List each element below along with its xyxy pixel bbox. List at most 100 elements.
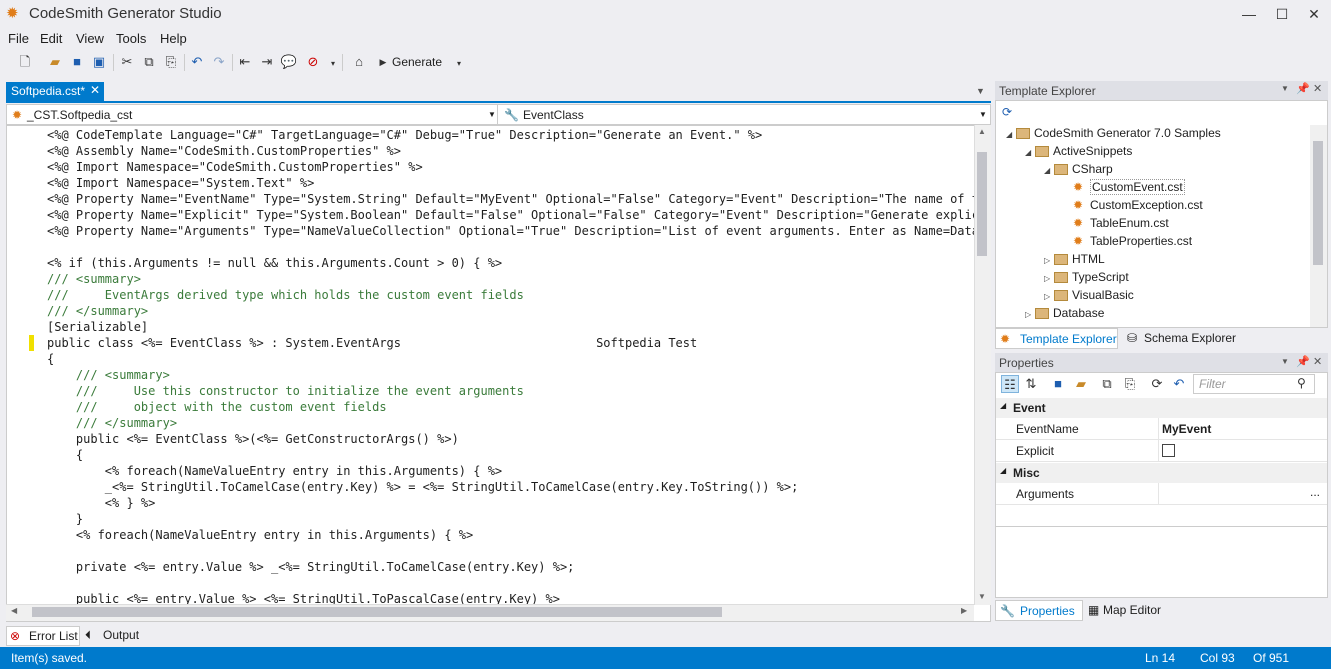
template-tree-scroll-thumb[interactable] (1313, 141, 1323, 265)
class-dropdown-icon[interactable]: ▼ (488, 110, 496, 119)
property-category-misc[interactable]: ◢ Misc (996, 463, 1327, 483)
property-row-explicit[interactable]: Explicit (996, 440, 1327, 462)
copy-properties-icon[interactable]: ⧉ (1098, 375, 1116, 393)
code-line[interactable] (47, 575, 990, 591)
uncomment-icon[interactable]: ⊘ (304, 53, 322, 71)
scroll-up-icon[interactable]: ▲ (978, 127, 986, 136)
template-explorer-tab[interactable]: ✹ Template Explorer (995, 328, 1118, 349)
tree-item[interactable]: ◢ ActiveSnippets (1006, 142, 1221, 160)
tree-item[interactable]: ✹ TableProperties.cst (1006, 232, 1221, 250)
tree-item[interactable]: ◢ CSharp (1006, 160, 1221, 178)
generate-button[interactable]: Generate (392, 55, 442, 69)
copy-icon[interactable]: ⧉ (140, 53, 158, 71)
document-list-dropdown-icon[interactable]: ▼ (976, 86, 985, 96)
collapse-icon[interactable]: ◢ (1044, 162, 1054, 180)
property-row-eventname[interactable]: EventName MyEvent (996, 418, 1327, 440)
maximize-button[interactable]: ☐ (1270, 4, 1294, 24)
map-editor-tab[interactable]: ▦ Map Editor (1085, 600, 1175, 621)
menu-help[interactable]: Help (160, 31, 187, 46)
redo-icon[interactable]: ↷ (210, 53, 228, 71)
code-line[interactable] (47, 239, 990, 255)
collapse-icon[interactable]: ◢ (1006, 126, 1016, 144)
indent-icon[interactable]: ⇥ (258, 53, 276, 71)
code-line[interactable]: <% } %> (47, 495, 990, 511)
scroll-left-icon[interactable]: ◀ (11, 606, 17, 615)
refresh-properties-icon[interactable]: ⟳ (1148, 375, 1166, 393)
property-row-arguments[interactable]: Arguments ... (996, 483, 1327, 505)
menu-edit[interactable]: Edit (40, 31, 62, 46)
toolbar-overflow-icon[interactable]: ▾ (450, 55, 468, 73)
open-folder-icon[interactable]: ▰ (46, 53, 64, 71)
toolbar-overflow-icon[interactable]: ▾ (324, 55, 342, 73)
schema-explorer-tab[interactable]: ⛁ Schema Explorer (1123, 328, 1241, 349)
properties-tab[interactable]: 🔧 Properties (995, 600, 1083, 621)
menu-tools[interactable]: Tools (116, 31, 146, 46)
code-line[interactable]: <% foreach(NameValueEntry entry in this.… (47, 463, 990, 479)
code-line[interactable]: public <%= EventClass %>(<%= GetConstruc… (47, 431, 990, 447)
new-file-icon[interactable]: 🗋 (16, 53, 34, 71)
code-line[interactable]: <%@ CodeTemplate Language="C#" TargetLan… (47, 127, 990, 143)
code-line[interactable]: private <%= entry.Value %> _<%= StringUt… (47, 559, 990, 575)
outdent-icon[interactable]: ⇤ (236, 53, 254, 71)
panel-dropdown-icon[interactable]: ▼ (1281, 357, 1289, 366)
paste-icon[interactable]: ⎘ (162, 53, 180, 71)
pin-icon[interactable]: 📌 (1296, 355, 1310, 368)
document-tab[interactable]: Softpedia.cst* ✕ (6, 82, 104, 101)
property-category-event[interactable]: ◢ Event (996, 398, 1327, 418)
code-text[interactable]: <%@ CodeTemplate Language="C#" TargetLan… (47, 127, 990, 607)
code-line[interactable]: <% foreach(NameValueEntry entry in this.… (47, 527, 990, 543)
code-line[interactable]: /// <summary> (47, 367, 990, 383)
pin-icon[interactable]: 📌 (1296, 82, 1310, 95)
tree-item[interactable]: ✹ CustomException.cst (1006, 196, 1221, 214)
error-list-tab[interactable]: ⊗ Error List (6, 626, 80, 646)
undo-icon[interactable]: ↶ (188, 53, 206, 71)
property-value[interactable]: MyEvent (1162, 422, 1211, 436)
expand-icon[interactable]: ▷ (1025, 306, 1035, 324)
explicit-checkbox[interactable] (1162, 444, 1175, 457)
play-icon[interactable]: ▶ (374, 53, 392, 71)
code-line[interactable]: _<%= StringUtil.ToCamelCase(entry.Key) %… (47, 479, 990, 495)
tree-item[interactable]: ▷ VisualBasic (1006, 286, 1221, 304)
tree-item[interactable]: ✹ CustomEvent.cst (1006, 178, 1221, 196)
code-line[interactable]: <%@ Property Name="Arguments" Type="Name… (47, 223, 990, 239)
code-line[interactable]: <%@ Property Name="Explicit" Type="Syste… (47, 207, 990, 223)
collapse-icon[interactable]: ◢ (1025, 144, 1035, 162)
editor-vertical-scroll-thumb[interactable] (977, 152, 987, 256)
class-selector[interactable]: _CST.Softpedia_cst (27, 108, 132, 122)
comment-icon[interactable]: 💬 (280, 53, 298, 71)
panel-dropdown-icon[interactable]: ▼ (1281, 84, 1289, 93)
code-line[interactable]: /// </summary> (47, 415, 990, 431)
code-line[interactable]: } (47, 511, 990, 527)
tree-item[interactable]: ▷ HTML (1006, 250, 1221, 268)
tree-item[interactable]: ▷ Database (1006, 304, 1221, 322)
code-line[interactable]: <% if (this.Arguments != null && this.Ar… (47, 255, 990, 271)
refresh-templates-icon[interactable]: ⟳ (1002, 105, 1012, 119)
collapse-icon[interactable]: ◢ (1000, 466, 1006, 475)
output-tab[interactable]: ⏴ Output (82, 626, 144, 646)
code-line[interactable]: { (47, 447, 990, 463)
save-properties-icon[interactable]: ■ (1049, 375, 1067, 393)
code-line[interactable]: [Serializable] (47, 319, 990, 335)
member-selector[interactable]: EventClass (523, 108, 584, 122)
ellipsis-button[interactable]: ... (1310, 485, 1320, 499)
collapse-icon[interactable]: ◢ (1000, 401, 1006, 410)
close-window-button[interactable]: ✕ (1302, 4, 1326, 24)
cut-icon[interactable]: ✂ (118, 53, 136, 71)
save-all-icon[interactable]: ▣ (90, 53, 108, 71)
properties-filter-input[interactable]: Filter ⚲ (1193, 374, 1315, 394)
alphabetical-sort-icon[interactable]: ⇅ (1022, 375, 1040, 393)
scroll-right-icon[interactable]: ▶ (961, 606, 967, 615)
code-line[interactable]: /// <summary> (47, 271, 990, 287)
menu-file[interactable]: File (8, 31, 29, 46)
load-properties-icon[interactable]: ▰ (1072, 375, 1090, 393)
scroll-down-icon[interactable]: ▼ (978, 592, 986, 601)
close-tab-icon[interactable]: ✕ (90, 83, 100, 97)
tree-item[interactable]: ◢ CodeSmith Generator 7.0 Samples (1006, 124, 1221, 142)
code-line[interactable]: /// </summary> (47, 303, 990, 319)
code-line[interactable] (47, 543, 990, 559)
editor-horizontal-scroll-thumb[interactable] (32, 607, 722, 617)
reset-properties-icon[interactable]: ↶ (1170, 375, 1188, 393)
code-line[interactable]: /// object with the custom event fields (47, 399, 990, 415)
code-line[interactable]: { (47, 351, 990, 367)
code-editor[interactable]: <%@ CodeTemplate Language="C#" TargetLan… (6, 125, 991, 622)
